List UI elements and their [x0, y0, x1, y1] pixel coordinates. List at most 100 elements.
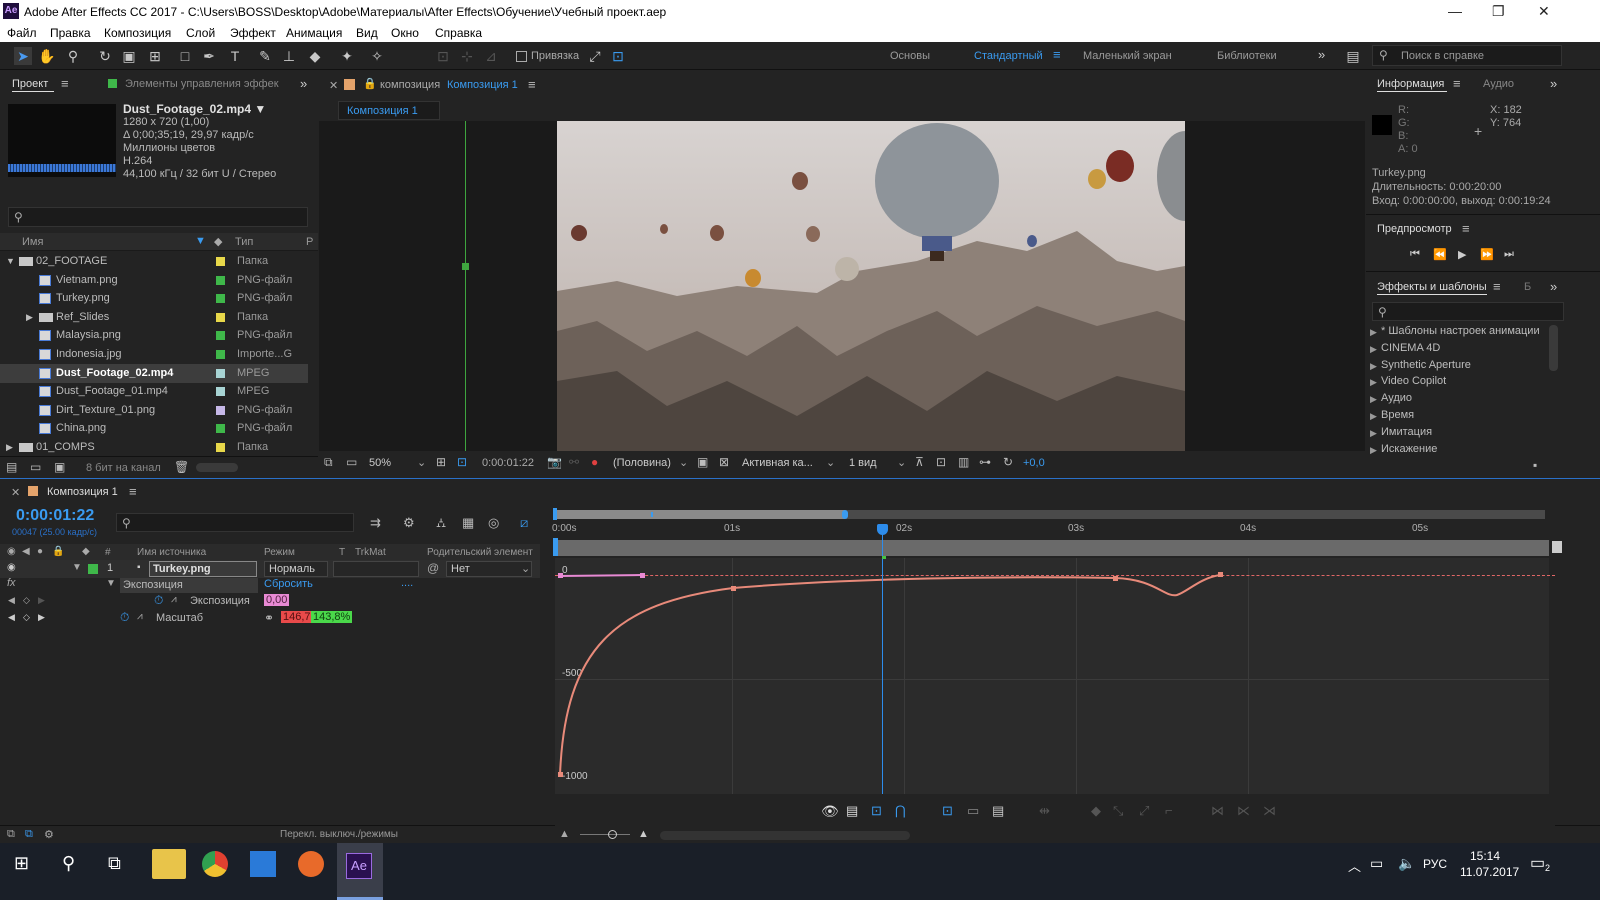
layer-expand-icon[interactable]: ▼ [72, 562, 82, 573]
col-mode[interactable]: Режим [264, 547, 295, 558]
expand-arrow-icon[interactable]: ▶ [1370, 394, 1377, 405]
hold-icon[interactable]: ◆ [1091, 803, 1101, 819]
col-parent[interactable]: Родительский элемент [427, 547, 533, 558]
exposure-curve[interactable] [559, 574, 643, 577]
panel-icon[interactable]: ▤ [1344, 47, 1362, 65]
expand-arrow-icon[interactable]: ▶ [1370, 411, 1377, 422]
help-search-input[interactable]: ⚲ Поиск в справке [1372, 45, 1562, 66]
timeline-timecode[interactable]: 0:00:01:22 [16, 507, 94, 525]
channels-icon[interactable]: ● [591, 455, 598, 469]
puppet-tool-icon[interactable]: ✧ [368, 47, 386, 65]
project-scrollbar[interactable] [196, 463, 238, 472]
snapshot-icon[interactable]: 📷 [547, 455, 562, 469]
snap-graph-icon[interactable]: ⋂ [895, 803, 906, 819]
project-item[interactable]: Dirt_Texture_01.png PNG-файл [0, 401, 308, 420]
graph-icon[interactable]: ⩘ [171, 594, 177, 605]
fx-label[interactable]: fx [7, 577, 16, 589]
camera-dropdown[interactable]: Активная ка... [742, 457, 813, 469]
menu-help[interactable]: Справка [435, 26, 482, 40]
file-explorer-icon[interactable] [152, 849, 186, 879]
label-color-icon[interactable] [216, 275, 225, 285]
playhead-line[interactable] [882, 530, 883, 794]
effects-category[interactable]: Video Copilot [1381, 375, 1446, 387]
axis-world-icon[interactable]: ⊹ [458, 47, 476, 65]
lock-icon[interactable]: 🔒 [363, 77, 377, 90]
selection-tool-icon[interactable]: ➤ [14, 47, 32, 65]
stopwatch-icon[interactable]: ⏱ [154, 593, 163, 608]
menu-effect[interactable]: Эффект [230, 26, 276, 40]
next-frame-icon[interactable]: ⏩ [1480, 248, 1494, 261]
project-item[interactable]: Dust_Footage_01.mp4 MPEG [0, 382, 308, 401]
timeline-tab[interactable]: Композиция 1 [47, 486, 118, 498]
work-area-end-handle[interactable] [842, 510, 848, 519]
expand-arrow-icon[interactable]: ▶ [1370, 428, 1377, 439]
footage-name[interactable]: Dust_Footage_02.mp4 ▼ [123, 102, 266, 116]
rectangle-tool-icon[interactable]: □ [176, 47, 194, 65]
workspace-menu-icon[interactable]: ≡ [1053, 47, 1061, 62]
project-menu-icon[interactable]: ≡ [61, 76, 69, 91]
hand-tool-icon[interactable]: ✋ [38, 47, 56, 65]
auto-bezier-icon[interactable]: ⤢ [1139, 803, 1149, 819]
work-area-bar[interactable] [555, 510, 1545, 519]
project-item[interactable]: Malaysia.png PNG-файл [0, 326, 308, 345]
keyframe-scale-3[interactable] [1113, 576, 1118, 581]
clone-stamp-tool-icon[interactable]: ⊥ [280, 47, 298, 65]
effect-expand-icon[interactable]: ▼ [106, 578, 116, 589]
label-color-icon[interactable] [216, 405, 225, 415]
work-area-range[interactable] [555, 510, 845, 519]
firefox-icon[interactable] [298, 851, 324, 877]
pickwhip-icon[interactable]: @ [427, 561, 439, 575]
label-color-icon[interactable] [216, 312, 225, 322]
comp-tab-name[interactable]: Композиция 1 [447, 79, 518, 91]
trkmat-dropdown[interactable] [333, 561, 419, 577]
solo-icon[interactable]: ● [37, 546, 43, 557]
prop-scale-x[interactable]: 146,7 [281, 611, 313, 623]
effects-search-input[interactable]: ⚲ [1372, 302, 1564, 321]
layer-duration-bar[interactable] [555, 540, 1549, 556]
effects-category[interactable]: * Шаблоны настроек анимации [1381, 325, 1540, 337]
viewer-area[interactable] [319, 121, 1365, 451]
more-panels-icon[interactable]: » [1550, 279, 1557, 294]
layer-switches-icon[interactable]: ⧉ [7, 828, 15, 841]
lock-column-icon[interactable]: 🔒 [52, 546, 64, 557]
menu-edit[interactable]: Правка [50, 26, 91, 40]
workspace-standard[interactable]: Стандартный [974, 50, 1043, 62]
new-bin-icon[interactable]: ▪ [1533, 458, 1537, 472]
mask-visibility-icon[interactable]: ⊡ [457, 455, 467, 469]
pan-behind-tool-icon[interactable]: ⊞ [146, 47, 164, 65]
effects-menu-icon[interactable]: ≡ [1493, 279, 1501, 294]
fast-preview-icon[interactable]: ⊡ [936, 455, 946, 469]
grid-icon[interactable]: ⊞ [436, 455, 446, 469]
type-tool-icon[interactable]: T [226, 47, 244, 65]
snap-checkbox[interactable] [516, 51, 527, 62]
menu-view[interactable]: Вид [356, 26, 378, 40]
region-of-interest-icon[interactable]: ▣ [697, 455, 708, 469]
graph-icon[interactable]: ⩘ [137, 611, 143, 622]
clock-time[interactable]: 15:14 [1470, 849, 1500, 863]
transparency-grid-icon[interactable]: ⊠ [719, 455, 729, 469]
scale-curve[interactable] [559, 574, 1221, 776]
ease-icon[interactable]: ⌐ [1165, 803, 1173, 818]
tab-audio[interactable]: Аудио [1483, 78, 1514, 90]
effects-category[interactable]: Аудио [1381, 392, 1412, 404]
trash-icon[interactable]: 🗑 [174, 460, 189, 474]
viewer-timecode[interactable]: 0:00:01:22 [482, 457, 534, 469]
windows-start-icon[interactable]: ⊞ [14, 853, 29, 874]
network-icon[interactable]: ▭ [1370, 855, 1383, 872]
roto-brush-tool-icon[interactable]: ✦ [338, 47, 356, 65]
layer-label-icon[interactable] [88, 564, 98, 574]
add-keyframe-icon[interactable]: ◇ [23, 595, 30, 606]
project-item[interactable]: Vietnam.png PNG-файл [0, 271, 308, 290]
timeline-icon[interactable]: ▥ [958, 455, 969, 469]
label-color-icon[interactable] [216, 294, 225, 304]
time-stretch-icon[interactable]: ⚙ [44, 828, 54, 841]
prop-scale-y[interactable]: 143,8% [311, 611, 353, 623]
workspace-essentials[interactable]: Основы [890, 50, 930, 62]
label-color-icon[interactable] [216, 331, 225, 341]
minimize-button[interactable]: — [1448, 3, 1462, 19]
keyframe-exposure-2[interactable] [640, 573, 645, 578]
views-chevron-icon[interactable]: ⌄ [897, 456, 906, 469]
views-dropdown[interactable]: 1 вид [849, 457, 877, 469]
brush-tool-icon[interactable]: ✎ [256, 47, 274, 65]
easy-ease-icon[interactable]: ⋈ [1211, 803, 1224, 819]
